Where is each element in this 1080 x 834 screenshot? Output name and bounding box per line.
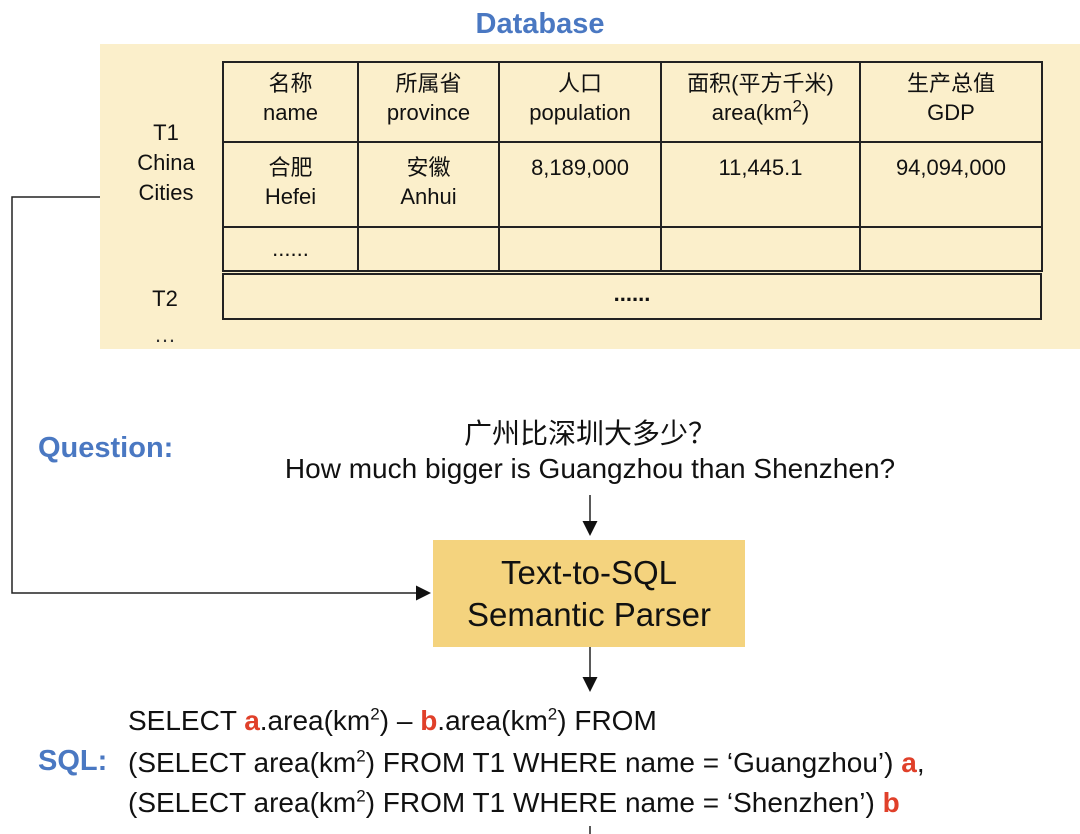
- parser-title-line1: Text-to-SQL: [500, 554, 678, 591]
- cell-empty: [660, 226, 861, 272]
- table-t2-label: T2: [152, 286, 178, 311]
- table-t1-label: T1 China Cities: [116, 118, 216, 208]
- table-row: 合肥 Hefei 安徽 Anhui 8,189,000 11,445.1 94,…: [222, 141, 1043, 228]
- sql-label: SQL:: [38, 745, 108, 777]
- parser-title-line2: Semantic Parser: [467, 596, 711, 633]
- cell-population: 8,189,000: [498, 141, 662, 228]
- sql-line-1: SELECT a.area(km2) – b.area(km2) FROM: [128, 704, 657, 736]
- cell-empty: [859, 226, 1043, 272]
- table-t1: 名称 name 所属省 province 人口 population 面积(平方…: [222, 61, 1043, 272]
- header-area: 面积(平方千米) area(km2): [660, 61, 861, 143]
- question-english: How much bigger is Guangzhou than Shenzh…: [284, 453, 896, 484]
- cell-area: 11,445.1: [660, 141, 861, 228]
- table-t2: ......: [222, 273, 1042, 320]
- header-province: 所属省 province: [357, 61, 500, 143]
- table-row-more: ......: [222, 226, 1043, 272]
- sql-line-2: (SELECT area(km2) FROM T1 WHERE name = ‘…: [128, 746, 925, 778]
- cell-more: ......: [222, 226, 359, 272]
- semantic-parser-box: Text-to-SQL Semantic Parser: [433, 540, 745, 647]
- table-header-row: 名称 name 所属省 province 人口 population 面积(平方…: [222, 61, 1043, 143]
- table-t1-id: T1: [153, 120, 179, 145]
- header-name: 名称 name: [222, 61, 359, 143]
- header-population: 人口 population: [498, 61, 662, 143]
- table-t1-name-line2: Cities: [138, 180, 194, 205]
- cell-gdp: 94,094,000: [859, 141, 1043, 228]
- sql-line-3: (SELECT area(km2) FROM T1 WHERE name = ‘…: [128, 786, 900, 818]
- question-chinese: 广州比深圳大多少？: [463, 418, 716, 449]
- cell-empty: [498, 226, 662, 272]
- table-t1-name-line1: China: [137, 150, 195, 175]
- cell-name: 合肥 Hefei: [222, 141, 359, 228]
- cell-empty: [357, 226, 500, 272]
- database-title: Database: [475, 8, 605, 40]
- cell-province: 安徽 Anhui: [357, 141, 500, 228]
- more-tables-ellipsis: …: [154, 322, 176, 347]
- header-gdp: 生产总值 GDP: [859, 61, 1043, 143]
